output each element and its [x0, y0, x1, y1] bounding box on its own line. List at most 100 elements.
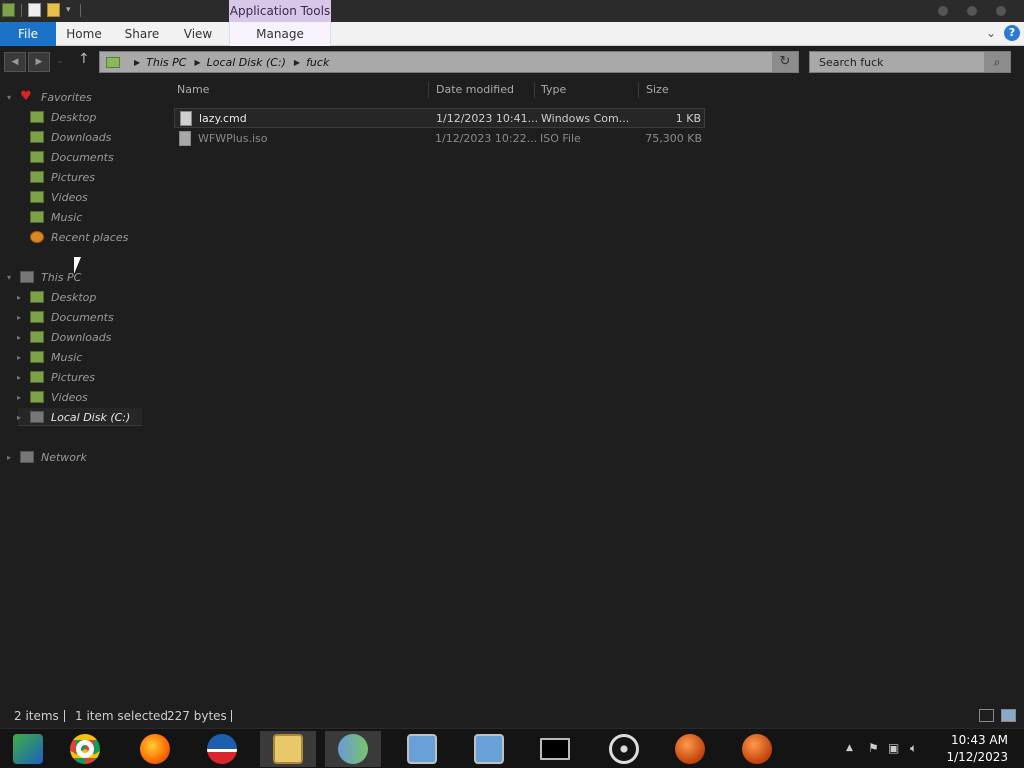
- nav-pc-documents[interactable]: ▸ Documents: [17, 308, 114, 326]
- nav-label: Downloads: [51, 330, 112, 344]
- recent-places-icon: [30, 231, 44, 243]
- back-button[interactable]: ◀: [4, 52, 26, 72]
- explorer-icon[interactable]: [2, 3, 15, 17]
- column-header-type[interactable]: Type: [541, 83, 566, 96]
- expand-icon[interactable]: ▸: [17, 373, 21, 382]
- chevron-right-icon[interactable]: ▶: [134, 58, 140, 67]
- pictures-icon: [30, 371, 44, 383]
- expand-ribbon-icon[interactable]: ⌄: [986, 26, 996, 40]
- properties-icon[interactable]: [28, 3, 41, 17]
- item-count: 2 items: [14, 709, 59, 723]
- nav-label: Pictures: [51, 170, 96, 184]
- column-header-name[interactable]: Name: [177, 83, 209, 96]
- nav-fav-videos[interactable]: Videos: [30, 188, 88, 206]
- collapse-icon[interactable]: ▾: [7, 273, 11, 282]
- minimize-button[interactable]: [938, 6, 948, 16]
- column-header-date[interactable]: Date modified: [436, 83, 514, 96]
- selection-count: 1 item selected: [75, 709, 169, 723]
- customize-qat-icon[interactable]: ▾: [66, 3, 74, 17]
- expand-icon[interactable]: ▸: [17, 393, 21, 402]
- chevron-right-icon[interactable]: ▶: [194, 58, 200, 67]
- file-row[interactable]: WFWPlus.iso 1/12/2023 10:22... ISO File …: [174, 129, 705, 149]
- nav-pc-pictures[interactable]: ▸ Pictures: [17, 368, 95, 386]
- taskbar-chrome[interactable]: [57, 731, 113, 767]
- breadcrumb-local-disk[interactable]: Local Disk (C:): [207, 56, 286, 69]
- taskbar-browser-orange-1[interactable]: [662, 731, 718, 767]
- volume-icon[interactable]: 🔈︎: [910, 741, 917, 756]
- new-folder-icon[interactable]: [47, 3, 60, 17]
- expand-icon[interactable]: ▸: [7, 453, 11, 462]
- search-input[interactable]: Search fuck ⌕: [809, 51, 1011, 73]
- large-icons-view-icon[interactable]: [1001, 709, 1016, 722]
- downloads-icon: [30, 131, 44, 143]
- breadcrumb-current-folder[interactable]: fuck: [306, 56, 329, 69]
- nav-pc-local-disk[interactable]: ▸ Local Disk (C:): [17, 408, 130, 426]
- close-button[interactable]: [996, 6, 1006, 16]
- nav-label: Documents: [51, 150, 114, 164]
- nav-pc-videos[interactable]: ▸ Videos: [17, 388, 88, 406]
- network-tray-icon[interactable]: ▣: [888, 741, 899, 755]
- show-hidden-icons-icon[interactable]: ▲: [846, 743, 853, 753]
- taskbar-firefox[interactable]: [127, 731, 183, 767]
- column-divider[interactable]: [638, 82, 639, 98]
- taskbar-network-setup-1[interactable]: [394, 731, 450, 767]
- taskbar-network-setup-2[interactable]: [461, 731, 517, 767]
- expand-icon[interactable]: ▸: [17, 333, 21, 342]
- tab-file[interactable]: File: [0, 22, 56, 46]
- nav-label: Downloads: [51, 130, 112, 144]
- mouse-cursor-icon: [74, 257, 86, 274]
- tab-view[interactable]: View: [174, 22, 222, 46]
- expand-icon[interactable]: ▸: [17, 413, 21, 422]
- nav-fav-downloads[interactable]: Downloads: [30, 128, 111, 146]
- navigation-bar: ◀ ▶ ⌄ ↑ ▶ This PC ▶ Local Disk (C:) ▶ fu…: [0, 46, 1024, 78]
- expand-icon[interactable]: ▸: [17, 313, 21, 322]
- search-placeholder: Search fuck: [819, 56, 884, 69]
- taskbar-media-player[interactable]: [0, 731, 56, 767]
- maximize-button[interactable]: [967, 6, 977, 16]
- address-bar[interactable]: ▶ This PC ▶ Local Disk (C:) ▶ fuck ↻: [99, 51, 799, 73]
- taskbar-browser-orange-2[interactable]: [729, 731, 785, 767]
- nav-network[interactable]: ▸ Network: [7, 448, 87, 466]
- forward-button[interactable]: ▶: [28, 52, 50, 72]
- expand-icon[interactable]: ▸: [17, 293, 21, 302]
- nav-fav-music[interactable]: Music: [30, 208, 82, 226]
- nav-fav-desktop[interactable]: Desktop: [30, 108, 96, 126]
- documents-icon: [30, 311, 44, 323]
- expand-icon[interactable]: ▸: [17, 353, 21, 362]
- taskbar-users-app[interactable]: [325, 731, 381, 767]
- videos-icon: [30, 191, 44, 203]
- nav-fav-documents[interactable]: Documents: [30, 148, 114, 166]
- tab-home[interactable]: Home: [58, 22, 110, 46]
- search-icon[interactable]: ⌕: [984, 52, 1010, 72]
- recent-locations-icon[interactable]: ⌄: [56, 56, 64, 66]
- taskbar-campaign-app[interactable]: [194, 731, 250, 767]
- up-arrow-icon[interactable]: ↑: [78, 51, 90, 67]
- refresh-icon[interactable]: ↻: [772, 52, 798, 72]
- nav-pc-downloads[interactable]: ▸ Downloads: [17, 328, 112, 346]
- nav-fav-pictures[interactable]: Pictures: [30, 168, 95, 186]
- nav-pc-desktop[interactable]: ▸ Desktop: [17, 288, 96, 306]
- column-divider[interactable]: [534, 82, 535, 98]
- pictures-icon: [30, 171, 44, 183]
- quick-access-toolbar: ▾: [2, 3, 81, 17]
- tab-share[interactable]: Share: [116, 22, 168, 46]
- taskbar-file-explorer[interactable]: [260, 731, 316, 767]
- details-view-icon[interactable]: [979, 709, 994, 722]
- system-tray: ▲ ⚑ ▣ 🔈︎ 10:43 AM 1/12/2023: [834, 729, 1024, 768]
- breadcrumb-this-pc[interactable]: This PC: [146, 56, 186, 69]
- action-center-flag-icon[interactable]: ⚑: [868, 741, 879, 755]
- column-divider[interactable]: [428, 82, 429, 98]
- collapse-icon[interactable]: ▾: [7, 93, 11, 102]
- column-header-size[interactable]: Size: [646, 83, 669, 96]
- taskbar-disc-utility[interactable]: [596, 731, 652, 767]
- file-row[interactable]: lazy.cmd 1/12/2023 10:41... Windows Com.…: [174, 108, 705, 128]
- tab-manage[interactable]: Manage: [229, 22, 331, 46]
- chevron-right-icon[interactable]: ▶: [294, 58, 300, 67]
- nav-this-pc[interactable]: ▾ This PC: [7, 268, 81, 286]
- clock[interactable]: 10:43 AM 1/12/2023: [946, 732, 1008, 766]
- nav-favorites[interactable]: ▾ ♥ Favorites: [7, 88, 92, 106]
- nav-fav-recent-places[interactable]: Recent places: [30, 228, 128, 246]
- help-icon[interactable]: ?: [1004, 25, 1020, 41]
- taskbar-command-prompt[interactable]: [527, 731, 583, 767]
- nav-pc-music[interactable]: ▸ Music: [17, 348, 82, 366]
